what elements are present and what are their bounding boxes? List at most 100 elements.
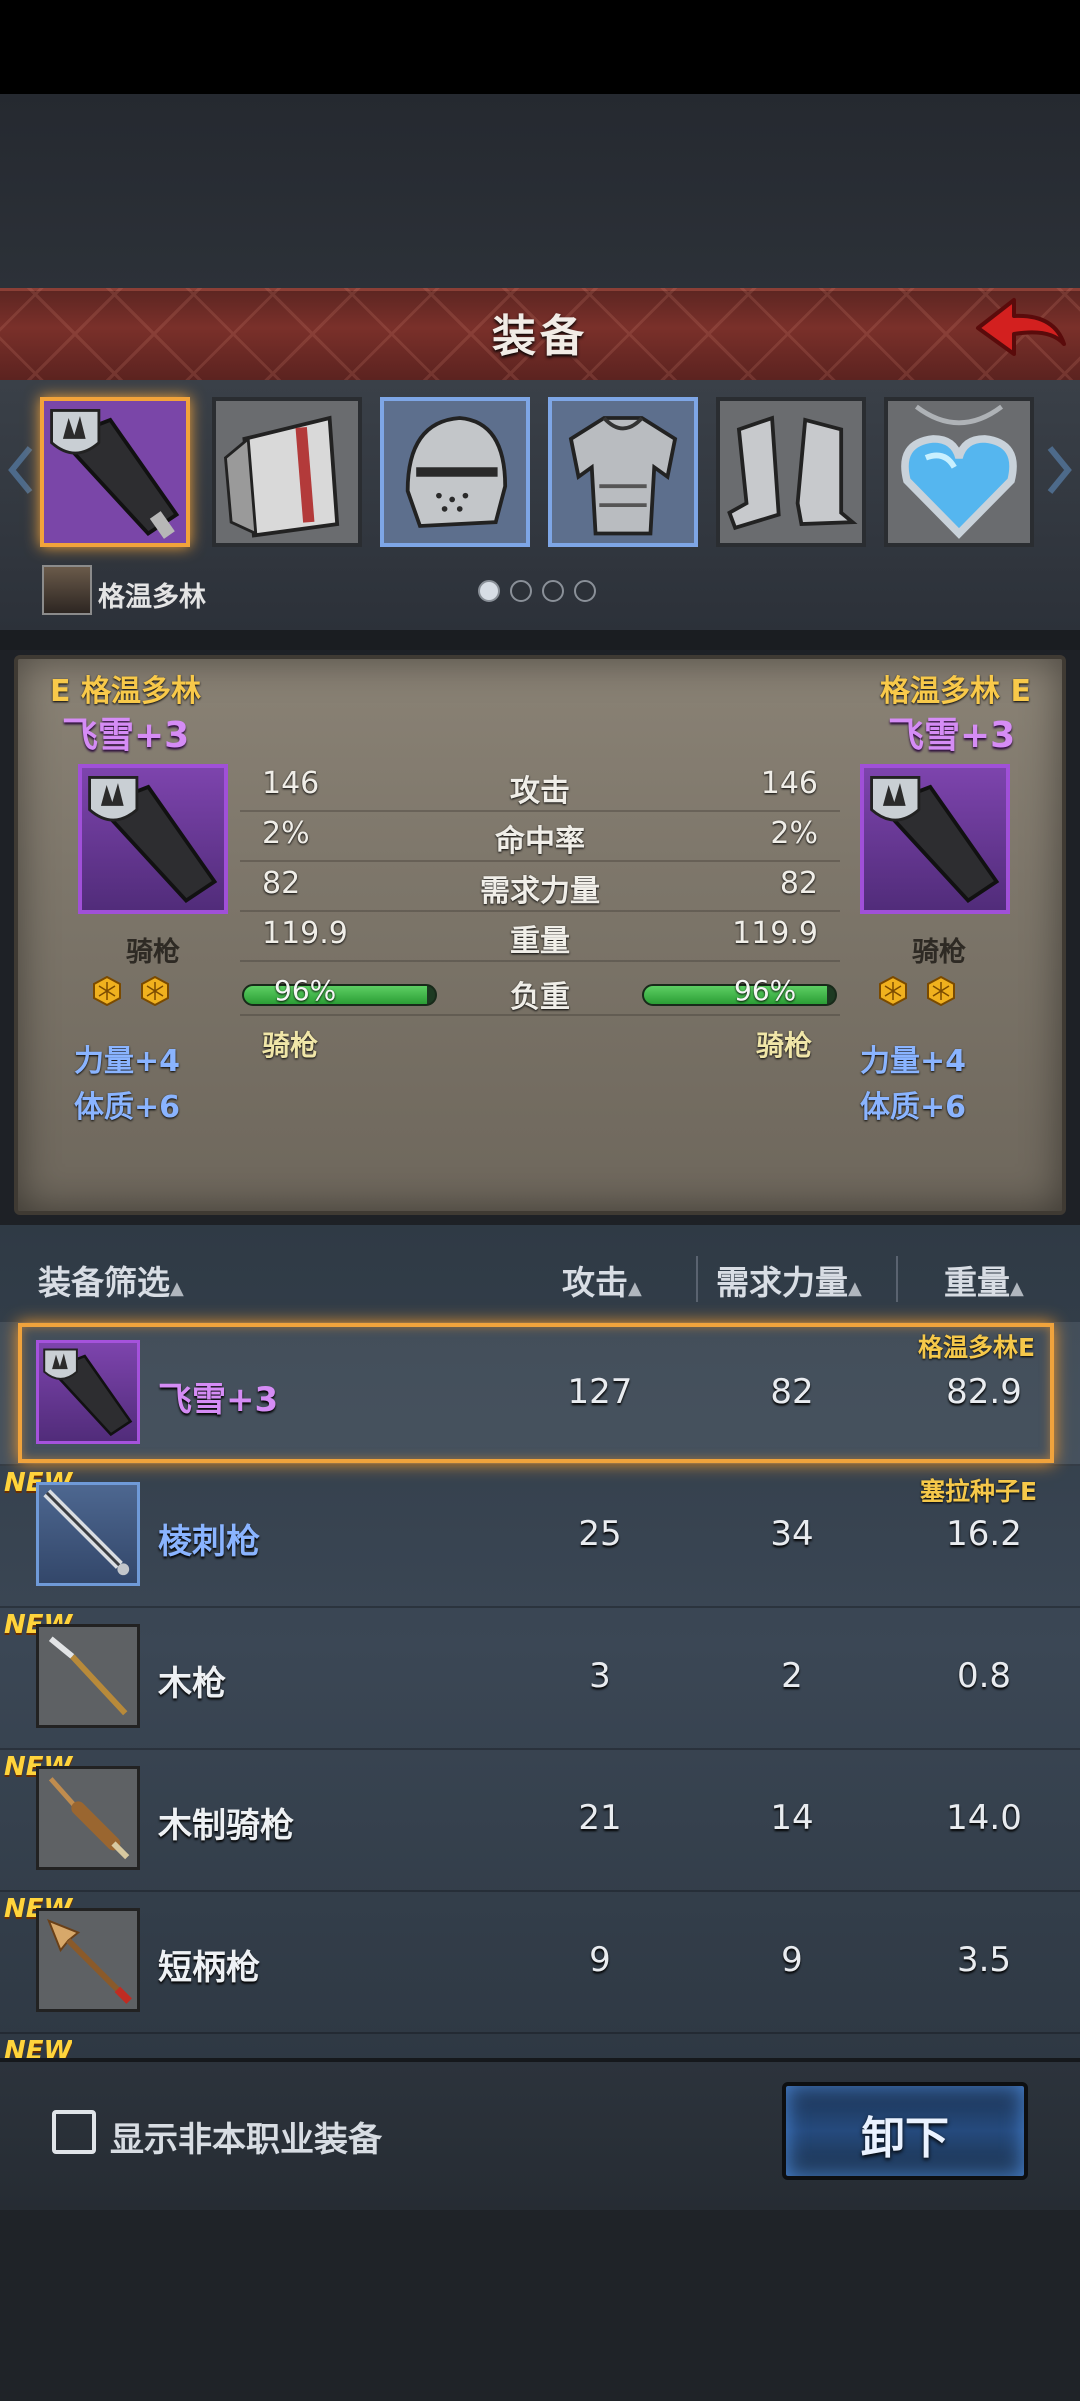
show-other-class-checkbox[interactable] <box>52 2110 96 2154</box>
row-item-name: 木制骑枪 <box>158 1806 294 1846</box>
row-item-icon <box>36 1624 140 1728</box>
slot-boots[interactable] <box>716 397 866 547</box>
status-bar <box>0 0 1080 94</box>
sort-triangle-icon: ▲ <box>1010 1278 1024 1299</box>
row-owner: 格温多林E <box>918 1333 1036 1362</box>
gem-socket-icon <box>879 976 907 1006</box>
right-item-type: 骑枪 <box>912 937 966 968</box>
row-weight: 14.0 <box>946 1798 1022 1838</box>
helmet-icon <box>405 416 508 528</box>
right-owner-name: 格温多林 <box>880 674 1000 709</box>
page-dot-4[interactable] <box>574 580 596 602</box>
bottom-background <box>0 2210 1080 2401</box>
row-item-icon <box>36 1340 140 1444</box>
left-hit-rate-value: 2% <box>262 816 310 851</box>
right-owner-label: 格温多林 E <box>880 666 1031 710</box>
row-item-name: 飞雪+3 <box>158 1380 279 1420</box>
back-arrow-icon <box>976 298 1066 356</box>
attack-header[interactable]: 攻击▲ <box>562 1256 642 1304</box>
row-weight: 16.2 <box>946 1514 1022 1554</box>
slot-shield[interactable] <box>212 397 362 547</box>
right-item-icon-box <box>860 764 1010 914</box>
left-bonus-strength: 力量+4 <box>74 1044 181 1079</box>
page-dot-1[interactable] <box>478 580 500 602</box>
divider <box>0 630 1080 650</box>
row-strength: 34 <box>770 1514 814 1554</box>
attack-header-label: 攻击 <box>562 1263 628 1302</box>
slot-amulet[interactable] <box>884 397 1034 547</box>
slot-helmet[interactable] <box>380 397 530 547</box>
wooden-lance-icon <box>48 1777 130 1860</box>
row-weight: 82.9 <box>946 1372 1022 1412</box>
row-item-icon <box>36 1766 140 1870</box>
row-item-name: 木枪 <box>158 1664 226 1704</box>
row-attack: 25 <box>578 1514 622 1554</box>
slot-prev-arrow-icon[interactable] <box>6 440 36 500</box>
left-load-bar <box>242 984 437 1006</box>
left-weapon-type: 骑枪 <box>262 1029 319 1062</box>
filter-header-label: 装备筛选 <box>38 1263 170 1302</box>
right-load-value: 96% <box>734 974 797 1007</box>
slot-armor[interactable] <box>548 397 698 547</box>
row-strength: 9 <box>781 1940 803 1980</box>
character-name: 格温多林 <box>98 582 206 613</box>
page-title: 装备 <box>492 311 588 362</box>
new-badge: NEW <box>4 2036 73 2058</box>
stat-label-weight: 重量 <box>510 924 570 959</box>
row-attack: 127 <box>567 1372 633 1412</box>
row-attack: 3 <box>589 1656 611 1696</box>
weight-header[interactable]: 重量▲ <box>944 1256 1024 1304</box>
left-attack-value: 146 <box>262 766 320 801</box>
lance-icon <box>88 776 218 904</box>
stat-label-load: 负重 <box>510 980 570 1015</box>
unequip-button-label[interactable]: 卸下 <box>782 2102 1028 2166</box>
lance-icon <box>870 776 1000 904</box>
lance-icon <box>43 1348 133 1437</box>
stat-label-hit-rate: 命中率 <box>495 824 585 859</box>
sort-triangle-icon: ▲ <box>628 1278 642 1299</box>
strength-header-label: 需求力量 <box>716 1263 848 1302</box>
right-item-name: 飞雪+3 <box>888 715 1016 756</box>
left-item-type: 骑枪 <box>126 937 180 968</box>
row-item-icon <box>36 1908 140 2012</box>
slot-next-arrow-icon[interactable] <box>1044 440 1074 500</box>
stat-label-strength-req: 需求力量 <box>480 874 600 909</box>
back-button[interactable] <box>970 292 1070 372</box>
right-strength-req-value: 82 <box>779 866 818 901</box>
filter-header[interactable]: 装备筛选▲ <box>38 1256 184 1304</box>
row-item-icon <box>36 1482 140 1586</box>
wooden-spear-icon <box>48 1636 128 1716</box>
gem-socket-icon <box>927 976 955 1006</box>
show-other-class-label[interactable]: 显示非本职业装备 <box>110 2112 382 2161</box>
row-strength: 2 <box>781 1656 803 1696</box>
strength-header[interactable]: 需求力量▲ <box>716 1256 862 1304</box>
row-strength: 82 <box>770 1372 814 1412</box>
shield-icon <box>223 415 340 538</box>
left-grade: E <box>50 674 71 709</box>
amulet-icon <box>901 404 1017 539</box>
weight-header-label: 重量 <box>944 1263 1010 1302</box>
spear-icon <box>43 1489 130 1576</box>
row-item-name: 短柄枪 <box>158 1948 260 1988</box>
right-bonus-strength: 力量+4 <box>860 1044 967 1079</box>
row-weight: 0.8 <box>956 1656 1012 1696</box>
sort-triangle-icon: ▲ <box>848 1278 862 1299</box>
right-bonus-constitution: 体质+6 <box>860 1090 967 1125</box>
row-attack: 21 <box>578 1798 622 1838</box>
slot-lance[interactable] <box>40 397 190 547</box>
right-weapon-type: 骑枪 <box>756 1029 813 1062</box>
left-bonus-constitution: 体质+6 <box>74 1090 181 1125</box>
row-item-name: 棱刺枪 <box>158 1522 260 1562</box>
header-separator <box>696 1256 698 1302</box>
lance-icon <box>50 409 180 539</box>
header-separator <box>896 1256 898 1302</box>
page-dot-3[interactable] <box>542 580 564 602</box>
boots-icon <box>727 415 858 531</box>
row-owner: 塞拉种子E <box>920 1477 1038 1506</box>
right-grade: E <box>1010 674 1031 709</box>
row-weight: 3.5 <box>956 1940 1012 1980</box>
row-attack: 9 <box>589 1940 611 1980</box>
page-dot-2[interactable] <box>510 580 532 602</box>
armor-icon <box>568 416 678 536</box>
left-item-name: 飞雪+3 <box>62 715 190 756</box>
